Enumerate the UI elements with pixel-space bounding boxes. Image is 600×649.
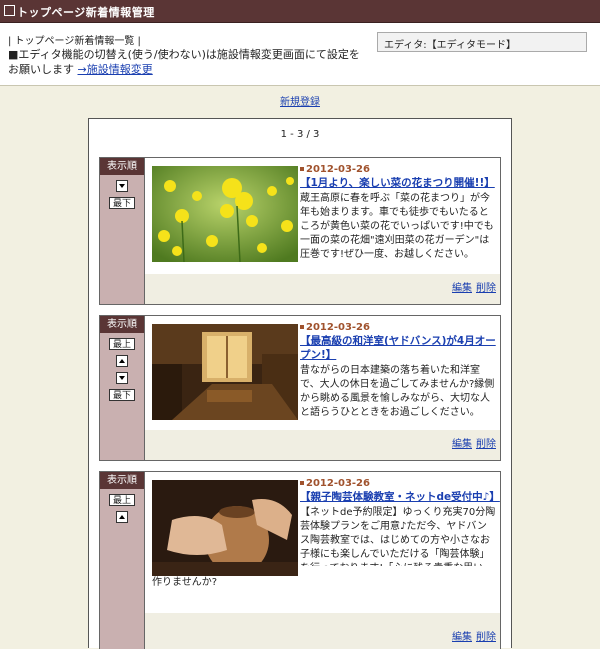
move-top-button[interactable]: 最上: [109, 338, 135, 350]
news-date: 2012-03-26: [300, 164, 496, 175]
facility-change-link[interactable]: →施設情報変更: [78, 63, 153, 76]
move-down-icon[interactable]: [116, 372, 128, 384]
delete-link[interactable]: 削除: [476, 632, 496, 643]
pottery-photo: [152, 480, 298, 576]
news-content: 2012-03-26 【最高級の和洋室(ヤドバンス)が4月オープン!】 昔ながら…: [300, 322, 496, 420]
news-date: 2012-03-26: [300, 322, 496, 333]
page-title: トップページ新着情報管理: [17, 6, 155, 19]
order-header: 表示順: [100, 158, 144, 175]
news-list-panel: 1 - 3 / 3 表示順 最下 2012-03-26 【1月より、楽しい菜の花…: [88, 118, 512, 649]
new-register-link[interactable]: 新規登録: [280, 97, 320, 108]
news-date: 2012-03-26: [300, 478, 496, 489]
move-bottom-button[interactable]: 最下: [109, 389, 135, 401]
delete-link[interactable]: 削除: [476, 283, 496, 294]
item-actions: 編集 削除: [448, 628, 496, 643]
move-up-icon[interactable]: [116, 355, 128, 367]
move-top-button[interactable]: 最上: [109, 494, 135, 506]
title-bar: トップページ新着情報管理: [0, 0, 600, 23]
news-title-link[interactable]: 【最高級の和洋室(ヤドバンス)が4月オープン!】: [300, 334, 496, 362]
new-register-row: 新規登録: [0, 93, 600, 108]
news-content: 2012-03-26 【親子陶芸体験教室・ネットde受付中♪】 【ネットde予約…: [300, 478, 500, 566]
news-body: 蔵王高原に春を呼ぶ「菜の花まつり」が今年も始まります。車でも徒歩でもいたるところ…: [300, 193, 494, 260]
editor-mode-box: エディタ:【エディタモード】: [377, 32, 587, 52]
item-actions: 編集 削除: [448, 279, 496, 294]
item-footer: 編集 削除: [145, 430, 500, 460]
window-square-icon: [4, 5, 15, 16]
order-column: 表示順 最下: [100, 158, 145, 304]
edit-link[interactable]: 編集: [452, 439, 472, 450]
order-column: 表示順 最上: [100, 472, 145, 649]
news-title-link[interactable]: 【1月より、楽しい菜の花まつり開催!!】: [300, 176, 496, 190]
move-down-icon[interactable]: [116, 180, 128, 192]
section-heading: | トップページ新着情報一覧 |: [8, 36, 141, 47]
news-body: 昔ながらの日本建築の落ち着いた和洋室で、大人の休日を過ごしてみませんか?縁側から…: [300, 365, 495, 418]
order-column: 表示順 最上 最下: [100, 316, 145, 460]
news-content: 2012-03-26 【1月より、楽しい菜の花まつり開催!!】 蔵王高原に春を呼…: [300, 164, 496, 262]
edit-link[interactable]: 編集: [452, 632, 472, 643]
editor-notice-text: ■エディタ機能の切替え(使う/使わない)は施設情報変更画面にて設定をお願いします: [8, 48, 360, 76]
canola-flowers-photo: [152, 166, 298, 262]
news-item: 表示順 最上 最下 2012-03-26 【最高級の和洋室(ヤドバンス)が4月オ…: [99, 315, 501, 461]
move-bottom-button[interactable]: 最下: [109, 197, 135, 209]
news-item: 表示順 最上 2012-03-26 【親子陶芸体験教室・ネットde受付中♪】 【…: [99, 471, 501, 649]
pager: 1 - 3 / 3: [280, 129, 320, 140]
delete-link[interactable]: 削除: [476, 439, 496, 450]
news-title-link[interactable]: 【親子陶芸体験教室・ネットde受付中♪】: [300, 490, 500, 504]
news-item: 表示順 最下 2012-03-26 【1月より、楽しい菜の花まつり開催!!】 蔵…: [99, 157, 501, 305]
order-header: 表示順: [100, 472, 144, 489]
item-footer: 編集 削除: [145, 274, 500, 304]
news-body: 【ネットde予約限定】ゆっくり充実70分陶芸体験プランをご用意♪ただ今、ヤドバン…: [300, 507, 496, 566]
item-actions: 編集 削除: [448, 435, 496, 450]
order-header: 表示順: [100, 316, 144, 333]
info-panel: | トップページ新着情報一覧 | ■エディタ機能の切替え(使う/使わない)は施設…: [0, 23, 600, 86]
item-footer: 編集 削除: [145, 613, 500, 649]
editor-notice: ■エディタ機能の切替え(使う/使わない)は施設情報変更画面にて設定をお願いします…: [8, 47, 368, 77]
edit-link[interactable]: 編集: [452, 283, 472, 294]
move-up-icon[interactable]: [116, 511, 128, 523]
news-body-continued: 作りませんか?: [152, 577, 218, 588]
japanese-room-photo: [152, 324, 298, 420]
